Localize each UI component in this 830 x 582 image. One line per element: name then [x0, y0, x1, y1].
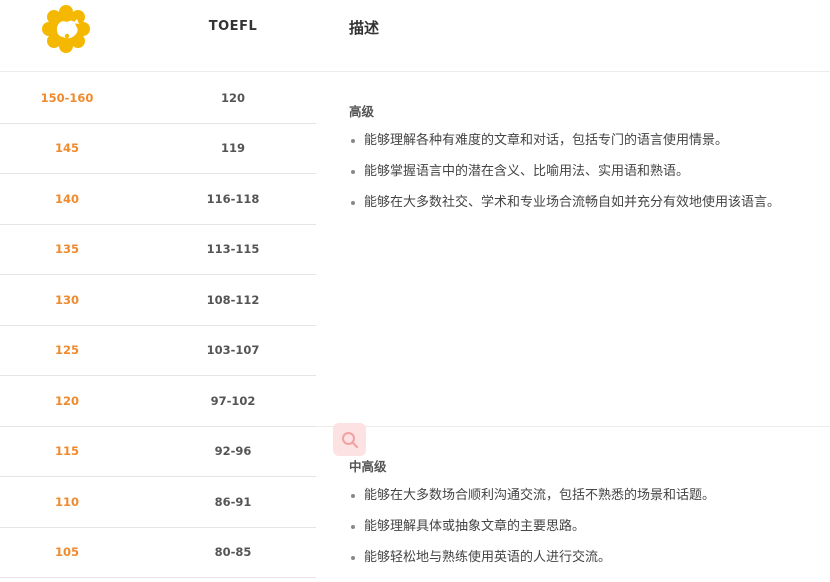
- score-cell: 115: [54, 444, 79, 459]
- bullet-icon: [351, 201, 355, 205]
- level-upper-intermediate-block: 中高级 能够在大多数场合顺利沟通交流，包括不熟悉的场景和话题。 能够理解具体或抽…: [349, 456, 715, 580]
- bullet-icon: [351, 525, 355, 529]
- orange-flower-logo-icon: [40, 3, 92, 55]
- toefl-cell: 119: [220, 141, 245, 156]
- list-item: 能够理解具体或抽象文章的主要思路。: [349, 518, 715, 549]
- toefl-cell: 92-96: [214, 444, 252, 459]
- search-button[interactable]: [333, 423, 366, 456]
- score-cell: 150-160: [40, 90, 94, 105]
- toefl-cell: 113-115: [206, 242, 260, 257]
- bullet-icon: [351, 494, 355, 498]
- score-cell: 145: [54, 141, 79, 156]
- score-cell: 140: [54, 191, 79, 206]
- toefl-cell: 80-85: [214, 545, 252, 560]
- list-item-text: 能够理解各种有难度的文章和对话，包括专门的语言使用情景。: [364, 133, 729, 148]
- toefl-column-header: TOEFL: [208, 19, 258, 34]
- score-cell: 135: [54, 242, 79, 257]
- list-item: 能够轻松地与熟练使用英语的人进行交流。: [349, 549, 715, 580]
- bullet-icon: [351, 170, 355, 174]
- level-advanced-block: 高级 能够理解各种有难度的文章和对话，包括专门的语言使用情景。 能够掌握语言中的…: [349, 101, 780, 225]
- toefl-cell: 103-107: [206, 343, 260, 358]
- table-row: 125 103-107: [0, 326, 316, 376]
- table-row: 130 108-112: [0, 275, 316, 326]
- score-cell: 105: [54, 545, 79, 560]
- list-item-text: 能够理解具体或抽象文章的主要思路。: [364, 519, 586, 534]
- list-item-text: 能够掌握语言中的潜在含义、比喻用法、实用语和熟语。: [364, 164, 690, 179]
- toefl-cell: 86-91: [214, 494, 252, 509]
- list-item-text: 能够在大多数场合顺利沟通交流，包括不熟悉的场景和话题。: [364, 488, 716, 503]
- table-row: 140 116-118: [0, 174, 316, 225]
- list-item-text: 能够轻松地与熟练使用英语的人进行交流。: [364, 550, 612, 565]
- bullet-icon: [351, 556, 355, 560]
- toefl-cell: 116-118: [206, 191, 260, 206]
- search-icon: [341, 431, 358, 448]
- bullet-icon: [351, 139, 355, 143]
- score-cell: 110: [54, 494, 79, 509]
- toefl-cell: 120: [220, 90, 245, 105]
- list-item: 能够在大多数社交、学术和专业场合流畅自如并充分有效地使用该语言。: [349, 194, 780, 225]
- score-cell: 130: [54, 292, 79, 307]
- list-item: 能够掌握语言中的潜在含义、比喻用法、实用语和熟语。: [349, 163, 780, 194]
- section-divider: [316, 426, 830, 427]
- table-header: TOEFL 描述: [0, 0, 830, 72]
- table-row: 135 113-115: [0, 225, 316, 275]
- table-row: 120 97-102: [0, 376, 316, 427]
- toefl-cell: 108-112: [206, 292, 260, 307]
- list-item: 能够理解各种有难度的文章和对话，包括专门的语言使用情景。: [349, 132, 780, 163]
- table-row: 110 86-91: [0, 477, 316, 528]
- table-row: 150-160 120: [0, 73, 316, 124]
- description-column-header: 描述: [349, 19, 380, 37]
- score-cell: 125: [54, 343, 79, 358]
- list-item: 能够在大多数场合顺利沟通交流，包括不熟悉的场景和话题。: [349, 487, 715, 518]
- list-item-text: 能够在大多数社交、学术和专业场合流畅自如并充分有效地使用该语言。: [364, 195, 781, 210]
- score-table: 150-160 120 145 119 140 116-118 135 113-…: [0, 73, 316, 578]
- table-row: 115 92-96: [0, 427, 316, 477]
- score-cell: 120: [54, 393, 79, 408]
- table-row: 105 80-85: [0, 528, 316, 578]
- toefl-cell: 97-102: [210, 393, 256, 408]
- table-row: 145 119: [0, 124, 316, 174]
- level-title: 高级: [349, 104, 375, 119]
- level-title: 中高级: [349, 459, 387, 474]
